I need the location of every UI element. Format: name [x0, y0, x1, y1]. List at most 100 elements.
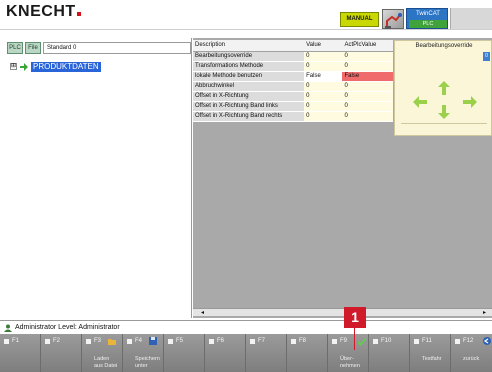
- callout-pointer-line: [354, 328, 355, 350]
- tree-node-produktdaten[interactable]: ⊞ PRODUKTDATEN: [10, 62, 180, 72]
- file-name-field[interactable]: Standard 0: [43, 42, 191, 54]
- table-row[interactable]: Offset in X-Richtung Band rechts 0 0: [193, 111, 393, 122]
- table-row[interactable]: Offset in X-Richtung 0 0: [193, 91, 393, 102]
- plc-button[interactable]: PLC: [7, 42, 23, 54]
- column-header-description: Description: [193, 40, 305, 52]
- row-value[interactable]: 0: [304, 101, 343, 112]
- fkey-caption: zurück: [463, 356, 480, 362]
- row-plc-value: 0: [342, 51, 393, 62]
- fkey-label: F3: [94, 338, 102, 344]
- fkey-label: F12: [463, 338, 474, 344]
- arrow-right-icon: [20, 63, 28, 71]
- fkey-f7[interactable]: F7: [246, 334, 287, 372]
- expand-icon[interactable]: ⊞: [10, 63, 17, 70]
- callout-marker: 1: [344, 307, 366, 328]
- app-header: KNECHT MANUAL TwinCAT PLC: [0, 0, 492, 30]
- save-icon: [149, 337, 157, 345]
- row-plc-value: 0: [342, 61, 393, 72]
- row-value[interactable]: 0: [304, 51, 343, 62]
- fkey-f4[interactable]: F4 Speichern unter: [123, 334, 164, 372]
- row-value[interactable]: 0: [304, 91, 343, 102]
- row-plc-value: 0: [342, 81, 393, 92]
- override-title: Bearbeitungsoverride: [415, 43, 473, 49]
- left-panel: PLC File Standard 0 ⊞ PRODUKTDATEN: [0, 38, 192, 318]
- arrow-right-icon[interactable]: [463, 96, 477, 108]
- row-value[interactable]: 0: [304, 81, 343, 92]
- fkey-f1[interactable]: F1: [0, 334, 41, 372]
- override-value: 0: [483, 52, 490, 61]
- fkey-f9[interactable]: F9 Über- nehmen: [328, 334, 369, 372]
- twincat-plc-label: PLC: [409, 20, 447, 28]
- status-user-level: Administrator Level: Administrator: [15, 324, 120, 331]
- override-grid: [401, 123, 487, 129]
- fkey-f5[interactable]: F5: [164, 334, 205, 372]
- row-value[interactable]: False: [304, 71, 343, 82]
- row-description: Offset in X-Richtung: [193, 91, 305, 102]
- back-arrow-icon: [483, 337, 491, 345]
- key-square-icon: [209, 339, 214, 344]
- twincat-title: TwinCAT: [416, 11, 440, 17]
- row-description: Offset in X-Richtung Band rechts: [193, 111, 305, 122]
- row-plc-value: False: [342, 71, 393, 82]
- fkey-caption: Laden aus Datei: [94, 356, 118, 369]
- fkey-label: F9: [340, 338, 348, 344]
- twincat-status[interactable]: TwinCAT PLC: [406, 8, 448, 29]
- fkey-f11[interactable]: F11 Testfahr: [410, 334, 451, 372]
- row-description: Offset in X-Richtung Band links: [193, 101, 305, 112]
- fkey-label: F5: [176, 338, 184, 344]
- row-description: Abbruchwinkel: [193, 81, 305, 92]
- function-key-bar: F1 F2 F3 Laden aus Datei F4 Speichern un…: [0, 334, 492, 372]
- key-square-icon: [168, 339, 173, 344]
- key-square-icon: [291, 339, 296, 344]
- table-row[interactable]: Abbruchwinkel 0 0: [193, 81, 393, 92]
- tree-label[interactable]: PRODUKTDATEN: [31, 62, 101, 72]
- key-square-icon: [250, 339, 255, 344]
- row-value[interactable]: 0: [304, 61, 343, 72]
- table-row[interactable]: Offset in X-Richtung Band links 0 0: [193, 101, 393, 112]
- key-square-icon: [86, 339, 91, 344]
- fkey-caption: Testfahr: [422, 356, 442, 362]
- left-toolbar: PLC File Standard 0: [5, 42, 191, 55]
- checkmark-icon: [358, 338, 366, 346]
- brand-logo-dot: [76, 12, 81, 16]
- horizontal-scrollbar[interactable]: ◂ ▸: [193, 308, 492, 316]
- key-square-icon: [455, 339, 460, 344]
- fkey-label: F1: [12, 338, 20, 344]
- fkey-label: F7: [258, 338, 266, 344]
- arrow-left-icon[interactable]: [413, 96, 427, 108]
- fkey-f8[interactable]: F8: [287, 334, 328, 372]
- right-panel: Description Value ActPlcValue Bearbeitun…: [193, 38, 492, 318]
- fkey-f6[interactable]: F6: [205, 334, 246, 372]
- brand-name: KNECHT: [6, 3, 76, 20]
- fkey-f10[interactable]: F10: [369, 334, 410, 372]
- row-description: Bearbeitungsoverride: [193, 51, 305, 62]
- fkey-f12[interactable]: F12 zurück: [451, 334, 492, 372]
- key-square-icon: [45, 339, 50, 344]
- scroll-left-icon[interactable]: ◂: [201, 309, 204, 316]
- arrow-up-icon[interactable]: [438, 81, 450, 95]
- scroll-right-icon[interactable]: ▸: [483, 309, 486, 316]
- table-row[interactable]: Bearbeitungsoverride 0 0: [193, 51, 393, 62]
- key-square-icon: [4, 339, 9, 344]
- fkey-f3[interactable]: F3 Laden aus Datei: [82, 334, 123, 372]
- brand-logo: KNECHT: [6, 3, 81, 21]
- fkey-f2[interactable]: F2: [41, 334, 82, 372]
- row-value[interactable]: 0: [304, 111, 343, 122]
- table-row[interactable]: lokale Methode benutzen False False: [193, 71, 393, 82]
- arrow-down-icon[interactable]: [438, 105, 450, 119]
- robot-icon[interactable]: [382, 9, 404, 29]
- mode-badge[interactable]: MANUAL: [340, 12, 379, 27]
- file-button[interactable]: File: [25, 42, 41, 54]
- table-row[interactable]: Transformations Methode 0 0: [193, 61, 393, 72]
- key-square-icon: [373, 339, 378, 344]
- row-plc-value: 0: [342, 91, 393, 102]
- fkey-label: F8: [299, 338, 307, 344]
- column-header-value: Value: [304, 40, 343, 52]
- folder-open-icon: [108, 339, 116, 345]
- key-square-icon: [414, 339, 419, 344]
- header-strip: [450, 8, 492, 29]
- fkey-label: F2: [53, 338, 61, 344]
- row-plc-value: 0: [342, 101, 393, 112]
- fkey-label: F4: [135, 338, 143, 344]
- fkey-label: F11: [422, 338, 432, 344]
